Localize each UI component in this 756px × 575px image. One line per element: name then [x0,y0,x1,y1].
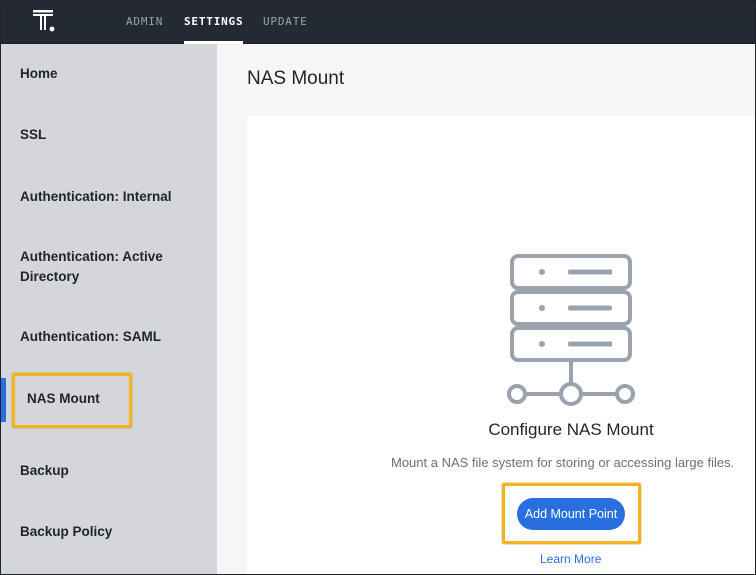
sidebar-item-authentication-internal[interactable]: Authentication: Internal [20,187,200,207]
sidebar-item-authentication-saml[interactable]: Authentication: SAML [20,327,200,347]
empty-state-title: Configure NAS Mount [488,420,654,439]
sidebar-active-indicator [0,378,6,422]
sidebar-item-ssl[interactable]: SSL [20,125,200,145]
settings-sidebar [0,44,217,575]
page-title: NAS Mount [247,68,345,89]
top-navigation-bar: ADMIN SETTINGS UPDATE [0,0,756,44]
sidebar-item-backup-policy[interactable]: Backup Policy [20,522,200,542]
sidebar-item-authentication-active-directory[interactable]: Authentication: Active Directory [20,247,185,287]
tab-admin[interactable]: ADMIN [126,0,163,44]
sidebar-item-home[interactable]: Home [20,64,200,84]
tab-settings[interactable]: SETTINGS [184,0,244,44]
app-logo-icon[interactable] [32,8,58,34]
server-network-icon [507,254,635,406]
tab-update[interactable]: UPDATE [263,0,308,44]
learn-more-link[interactable]: Learn More [540,552,601,566]
add-mount-point-button[interactable]: Add Mount Point [517,498,625,530]
sidebar-item-backup[interactable]: Backup [20,461,200,481]
empty-state-description: Mount a NAS file system for storing or a… [391,455,735,470]
